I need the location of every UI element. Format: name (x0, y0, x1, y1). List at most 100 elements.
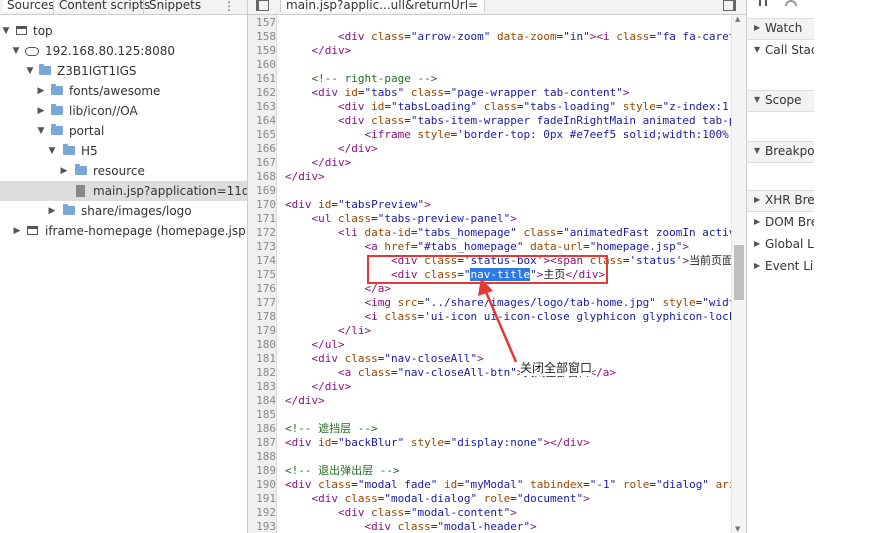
line-number[interactable]: 157 (250, 16, 276, 30)
tree-item-folder[interactable]: ▼ Z3B1IGT1IGS (0, 61, 247, 81)
scroll-up-icon[interactable]: ▲ (735, 15, 740, 23)
tree-item-folder[interactable]: ▶ resource (0, 161, 247, 181)
chevron-down-icon[interactable]: ▼ (47, 141, 57, 161)
pause-icon[interactable] (759, 0, 767, 6)
line-number[interactable]: 186 (250, 422, 276, 436)
line-number[interactable]: 167 (250, 156, 276, 170)
line-number[interactable]: 182 (250, 366, 276, 380)
line-number[interactable]: 178 (250, 310, 276, 324)
line-number[interactable]: 168 (250, 170, 276, 184)
line-number[interactable]: 185 (250, 408, 276, 422)
code-line[interactable]: </div> (285, 380, 352, 394)
line-number[interactable]: 165 (250, 128, 276, 142)
chevron-right-icon[interactable]: ▶ (36, 81, 46, 101)
scrollbar-thumb[interactable] (734, 245, 744, 300)
code-line[interactable]: <li data-id="tabs_homepage" class="anima… (285, 226, 735, 240)
line-number[interactable]: 188 (250, 450, 276, 464)
chevron-right-icon[interactable]: ▶ (36, 101, 46, 121)
code-line[interactable]: </div> (285, 44, 352, 58)
tree-item-file-selected[interactable]: main.jsp?application=11de-f0 (0, 181, 247, 201)
code-line[interactable]: <iframe style='border-top: 0px #e7eef5 s… (285, 128, 735, 142)
chevron-down-icon[interactable]: ▼ (36, 121, 46, 141)
code-line[interactable]: <div class="modal-header"> (285, 520, 536, 533)
code-line[interactable]: <div id="backBlur" style="display:none">… (285, 436, 590, 450)
chevron-right-icon[interactable]: ▶ (47, 201, 57, 221)
code-line[interactable]: <div class="modal fade" id="myModal" tab… (285, 478, 735, 492)
section-xhr-breakpoints[interactable]: ▶XHR Breakpoints (747, 190, 814, 210)
code-line[interactable]: <!-- right-page --> (285, 72, 438, 86)
tree-item-folder[interactable]: ▶ fonts/awesome (0, 81, 247, 101)
code-line[interactable]: <ul class="tabs-preview-panel"> (285, 212, 517, 226)
code-line[interactable]: </a> (285, 282, 391, 296)
line-number[interactable]: 172 (250, 226, 276, 240)
chevron-down-icon[interactable]: ▼ (11, 41, 21, 61)
vertical-scrollbar[interactable]: ▲ ▼ (731, 15, 746, 533)
code-line[interactable]: </div> (285, 170, 325, 184)
tree-item-host[interactable]: ▼ 192.168.80.125:8080 (0, 41, 247, 61)
more-options-icon[interactable]: ⋮ (223, 0, 235, 12)
line-number[interactable]: 169 (250, 184, 276, 198)
chevron-right-icon[interactable]: ▶ (12, 221, 22, 241)
line-number[interactable]: 160 (250, 58, 276, 72)
code-line[interactable]: <div id="tabsLoading" class="tabs-loadin… (285, 100, 735, 114)
code-line[interactable]: <img src="../share/images/logo/tab-home.… (285, 296, 735, 310)
code-line[interactable]: <!-- 遮挡层 --> (285, 422, 378, 436)
line-number[interactable]: 170 (250, 198, 276, 212)
code-line[interactable]: </div> (285, 156, 352, 170)
section-global-listeners[interactable]: ▶Global Listeners (747, 234, 814, 254)
code-line[interactable]: <i class='ui-icon ui-icon-close glyphico… (285, 310, 735, 324)
code-line[interactable]: <!-- 退出弹出层 --> (285, 464, 400, 478)
code-line[interactable]: <div id="tabs" class="page-wrapper tab-c… (285, 86, 630, 100)
line-number[interactable]: 192 (250, 506, 276, 520)
line-number[interactable]: 180 (250, 338, 276, 352)
line-number[interactable]: 162 (250, 86, 276, 100)
line-number[interactable]: 171 (250, 212, 276, 226)
code-line[interactable]: <div class="tabs-item-wrapper fadeInRigh… (285, 114, 735, 128)
toggle-debugger-icon[interactable] (723, 0, 736, 11)
line-number[interactable]: 175 (250, 268, 276, 282)
section-call-stack[interactable]: ▼Call Stack (747, 40, 814, 60)
line-number[interactable]: 190 (250, 478, 276, 492)
line-number[interactable]: 166 (250, 142, 276, 156)
code-line[interactable]: </div> (285, 394, 325, 408)
section-event-listeners[interactable]: ▶Event Listeners (747, 256, 814, 276)
line-number[interactable]: 181 (250, 352, 276, 366)
line-number[interactable]: 174 (250, 254, 276, 268)
code-line[interactable]: </div> (285, 142, 378, 156)
chevron-down-icon[interactable]: ▼ (25, 61, 35, 81)
line-number[interactable]: 183 (250, 380, 276, 394)
line-number[interactable]: 189 (250, 464, 276, 478)
tree-item-folder[interactable]: ▼ portal (0, 121, 247, 141)
tree-item-iframe[interactable]: ▶ iframe-homepage (homepage.jsp) (0, 221, 247, 241)
line-number[interactable]: 159 (250, 44, 276, 58)
tree-item-folder[interactable]: ▶ share/images/logo (0, 201, 247, 221)
code-line[interactable]: <div class="modal-content"> (285, 506, 517, 520)
line-number[interactable]: 191 (250, 492, 276, 506)
tab-content-scripts[interactable]: Content scripts (55, 0, 154, 12)
chevron-right-icon[interactable]: ▶ (59, 161, 69, 181)
line-number[interactable]: 193 (250, 520, 276, 533)
line-number[interactable]: 179 (250, 324, 276, 338)
code-line[interactable]: </li> (285, 324, 371, 338)
code-line[interactable]: <div class="arrow-zoom" data-zoom="in"><… (285, 30, 735, 44)
line-number[interactable]: 184 (250, 394, 276, 408)
toggle-navigator-icon[interactable] (256, 0, 269, 11)
line-number[interactable]: 176 (250, 282, 276, 296)
tab-main-jsp[interactable]: main.jsp?applic...ull&returnUrl= (280, 0, 486, 12)
line-number[interactable]: 177 (250, 296, 276, 310)
tab-snippets[interactable]: Snippets (145, 0, 205, 12)
line-number[interactable]: 187 (250, 436, 276, 450)
line-number[interactable]: 173 (250, 240, 276, 254)
section-watch[interactable]: ▶ Watch (747, 18, 814, 38)
line-number-gutter[interactable]: 157 158 159 160 161 162 163 164 165 166 167 168 169 1… (248, 15, 277, 533)
tree-item-folder[interactable]: ▶ lib/icon//OA (0, 101, 247, 121)
code-line[interactable]: </ul> (285, 338, 345, 352)
line-number[interactable]: 161 (250, 72, 276, 86)
code-line[interactable]: <div id="tabsPreview"> (285, 198, 431, 212)
step-over-icon[interactable] (785, 0, 797, 6)
tree-item-folder[interactable]: ▼ H5 (0, 141, 247, 161)
chevron-down-icon[interactable]: ▼ (1, 21, 11, 41)
tab-sources[interactable]: Sources (3, 0, 59, 12)
section-scope[interactable]: ▼ Scope (747, 90, 814, 110)
section-dom-breakpoints[interactable]: ▶DOM Breakpoints (747, 212, 814, 232)
